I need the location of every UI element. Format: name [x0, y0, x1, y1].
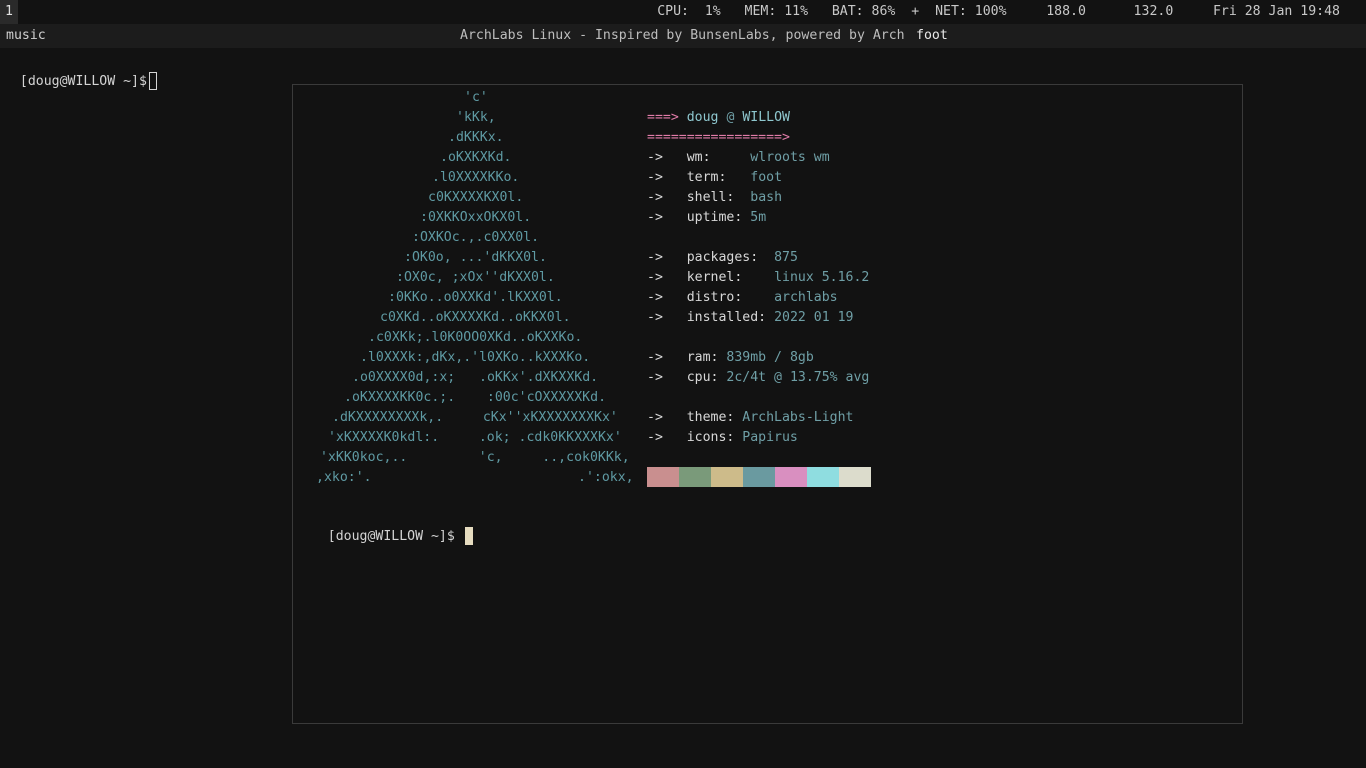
shell-prompt: [doug@WILLOW ~]$ — [327, 529, 455, 544]
foreground-terminal-prompt[interactable]: [doug@WILLOW ~]$ — [296, 507, 473, 567]
window-tab-music[interactable]: music — [6, 24, 46, 48]
color-swatch — [679, 467, 711, 487]
ascii-logo-line: .o0XXXX0d,:x; .oKKx'.dXKXXKd. — [352, 370, 599, 385]
info-arrow: -> — [647, 430, 663, 445]
info-value: wlroots wm — [750, 150, 830, 165]
info-row: -> theme: ArchLabs-Light — [647, 408, 853, 428]
info-arrow: -> — [647, 370, 663, 385]
info-arrow: -> — [647, 410, 663, 425]
info-value: bash — [750, 190, 783, 205]
info-value: 2022 01 19 — [774, 310, 854, 325]
info-key: cpu: — [686, 370, 727, 385]
info-row: -> uptime: 5m — [647, 208, 766, 228]
info-key: theme: — [686, 410, 743, 425]
color-swatch — [807, 467, 839, 487]
ascii-logo-line: :OXKOc.,.c0XX0l. — [412, 230, 540, 245]
info-row: -> shell: bash — [647, 188, 782, 208]
ascii-logo-line: :OK0o, ...'dKKX0l. — [404, 250, 547, 265]
info-arrow: -> — [647, 250, 663, 265]
info-row: -> packages: 875 — [647, 248, 798, 268]
info-arrow: -> — [647, 190, 663, 205]
info-value: 2c/4t @ 13.75% avg — [726, 370, 870, 385]
info-row: -> ram: 839mb / 8gb — [647, 348, 814, 368]
info-row: -> icons: Papirus — [647, 428, 798, 448]
window-title: ArchLabs Linux - Inspired by BunsenLabs,… — [460, 28, 905, 43]
ascii-logo-line: c0KXXXXKX0l. — [428, 190, 524, 205]
text-cursor — [464, 527, 473, 545]
fetch-rule: =================> — [647, 130, 790, 145]
info-key: distro: — [686, 290, 775, 305]
color-swatch — [647, 467, 679, 487]
info-row: -> installed: 2022 01 19 — [647, 308, 853, 328]
color-swatch — [743, 467, 775, 487]
color-swatch — [839, 467, 871, 487]
ascii-logo-line: .oKXKXKd. — [440, 150, 512, 165]
info-arrow: -> — [647, 170, 663, 185]
info-arrow: -> — [647, 310, 663, 325]
info-key: uptime: — [686, 210, 751, 225]
info-arrow: -> — [647, 290, 663, 305]
shell-prompt: [doug@WILLOW ~]$ — [19, 74, 147, 89]
floating-terminal-window[interactable]: 'c' 'kKk, .dKKKx. .oKXKXKd. .l0XXXXKKo. c0KXX… — [292, 84, 1243, 724]
top-status-bar: 1 CPU: 1% MEM: 11% BAT: 86% + NET: 100% … — [0, 0, 1366, 24]
info-row: -> cpu: 2c/4t @ 13.75% avg — [647, 368, 869, 388]
window-title-bar: music ArchLabs Linux - Inspired by Bunse… — [0, 24, 1366, 48]
color-swatch — [775, 467, 807, 487]
ascii-logo-line: :OX0c, ;xOx''dKXX0l. — [396, 270, 555, 285]
info-value: 875 — [774, 250, 798, 265]
info-arrow: -> — [647, 150, 663, 165]
info-key: kernel: — [686, 270, 775, 285]
info-key: shell: — [686, 190, 751, 205]
ascii-logo-line: .c0XKk;.l0K0OO0XKd..oKXXKo. — [368, 330, 583, 345]
info-key: installed: — [686, 310, 775, 325]
info-value: ArchLabs-Light — [742, 410, 854, 425]
ascii-logo-line: .l0XXXk:,dKx,.'l0XKo..kXXXKo. — [360, 350, 591, 365]
info-value: Papirus — [742, 430, 798, 445]
info-row: -> kernel: linux 5.16.2 — [647, 268, 869, 288]
text-cursor-inactive — [148, 72, 157, 90]
info-arrow: -> — [647, 350, 663, 365]
ascii-logo-line: 'c' — [464, 90, 488, 105]
system-status-text: CPU: 1% MEM: 11% BAT: 86% + NET: 100% 18… — [657, 4, 1340, 19]
info-value: archlabs — [774, 290, 838, 305]
info-value: 839mb / 8gb — [726, 350, 814, 365]
workspace-tag-1[interactable]: 1 — [0, 0, 18, 24]
info-row: -> wm: wlroots wm — [647, 148, 830, 168]
ascii-logo-line: .oKXXXXKK0c.;. :00c'cOXXXXXKd. — [344, 390, 607, 405]
info-arrow: -> — [647, 270, 663, 285]
color-palette — [647, 467, 871, 487]
ascii-logo-line: 'xKXXXXK0kdl:. .ok; .cdk0KKXXXKx' — [328, 430, 622, 445]
info-key: packages: — [686, 250, 775, 265]
ascii-logo-line: 'xKK0koc,.. 'c, ..,cok0KKk, — [320, 450, 630, 465]
ascii-logo-line: :0KKo..o0XXKd'.lKXX0l. — [388, 290, 563, 305]
info-key: term: — [686, 170, 751, 185]
color-swatch — [711, 467, 743, 487]
window-tab-foot[interactable]: foot — [916, 24, 948, 48]
ascii-logo-line: .dKKKx. — [448, 130, 504, 145]
ascii-logo-line: 'kKk, — [456, 110, 496, 125]
background-terminal[interactable]: [doug@WILLOW ~]$ — [4, 52, 157, 92]
info-value: linux 5.16.2 — [774, 270, 870, 285]
ascii-logo-line: .dKXXXXXXXXk,. cKx''xKXXXXXXXKx' — [332, 410, 618, 425]
info-row: -> term: foot — [647, 168, 782, 188]
ascii-logo-line: .l0XXXXKKo. — [432, 170, 520, 185]
ascii-logo-line: ,xko:'. .':okx, — [316, 470, 634, 485]
info-row: -> distro: archlabs — [647, 288, 838, 308]
info-key: ram: — [686, 350, 727, 365]
info-value: 5m — [750, 210, 767, 225]
info-arrow: -> — [647, 210, 663, 225]
fetch-header: ===> doug @ WILLOW — [647, 110, 790, 125]
info-key: wm: — [686, 150, 751, 165]
info-key: icons: — [686, 430, 743, 445]
ascii-logo-line: c0XKd..oKXXXXKd..oKKX0l. — [380, 310, 571, 325]
ascii-logo-line: :0XKKOxxOKX0l. — [420, 210, 532, 225]
info-value: foot — [750, 170, 783, 185]
